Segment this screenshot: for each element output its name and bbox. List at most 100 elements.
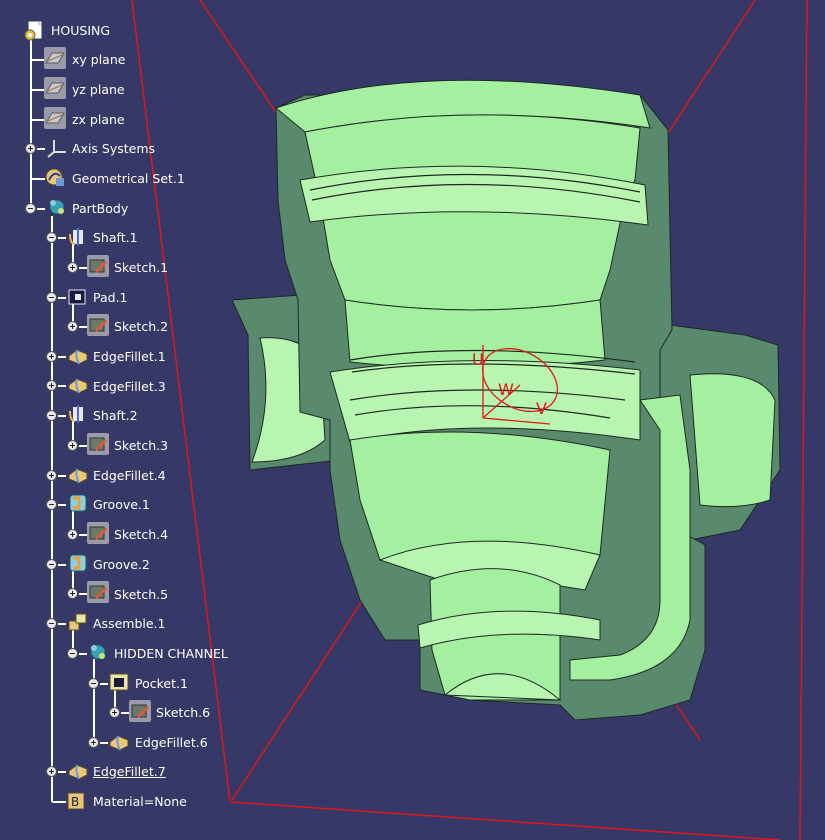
compass-v-label: V	[536, 399, 547, 418]
tree-line	[30, 40, 32, 210]
sketch-icon	[87, 581, 109, 603]
shaft-icon	[67, 226, 89, 248]
tree-line	[79, 653, 87, 655]
tree-line	[58, 415, 66, 417]
tree-line	[58, 356, 66, 358]
tree-item-label[interactable]: Pad.1	[93, 290, 128, 305]
tree-item-label[interactable]: Groove.1	[93, 497, 150, 512]
tree-item-label[interactable]: Shaft.2	[93, 408, 138, 423]
tree-line	[31, 119, 45, 121]
material-icon: B	[66, 789, 88, 811]
tree-item-label[interactable]: Pocket.1	[135, 676, 188, 691]
expand-toggle[interactable]	[88, 737, 99, 748]
housing-part[interactable]	[231, 79, 781, 721]
tree-item-label[interactable]: zx plane	[72, 112, 125, 127]
pocket-icon	[108, 671, 130, 693]
compass-w-label: W	[498, 380, 514, 399]
specification-tree: HOUSING xy plane yz plane zx plane Axis …	[0, 0, 260, 840]
tree-item-label[interactable]: EdgeFillet.6	[135, 735, 208, 750]
body-icon	[46, 196, 68, 218]
collapse-toggle[interactable]	[46, 559, 57, 570]
part-document-icon[interactable]	[22, 20, 46, 42]
shaft-icon	[67, 403, 89, 425]
collapse-toggle[interactable]	[46, 232, 57, 243]
sketch-icon	[87, 433, 109, 455]
plane-icon	[44, 47, 66, 69]
tree-line	[58, 297, 66, 299]
edge-fillet-icon	[108, 730, 130, 752]
tree-line	[31, 178, 45, 180]
sketch-icon	[129, 700, 151, 722]
tree-item-label[interactable]: Material=None	[93, 794, 187, 809]
expand-toggle[interactable]	[67, 588, 78, 599]
tree-line	[58, 504, 66, 506]
tree-line	[79, 534, 87, 536]
expand-toggle[interactable]	[46, 766, 57, 777]
tree-line	[58, 475, 66, 477]
tree-line	[58, 771, 66, 773]
tree-item-label[interactable]: HIDDEN CHANNEL	[114, 646, 228, 661]
expand-toggle[interactable]	[67, 440, 78, 451]
sketch-icon	[87, 522, 109, 544]
collapse-toggle[interactable]	[25, 203, 36, 214]
tree-item-label[interactable]: Sketch.6	[156, 705, 210, 720]
tree-item-label[interactable]: yz plane	[72, 82, 125, 97]
expand-toggle[interactable]	[46, 470, 57, 481]
tree-item-label[interactable]: EdgeFillet.3	[93, 379, 166, 394]
body-icon	[87, 641, 109, 663]
tree-line	[58, 623, 66, 625]
tree-item-label[interactable]: Sketch.4	[114, 527, 168, 542]
tree-line	[100, 742, 108, 744]
tree-item-label[interactable]: Sketch.3	[114, 438, 168, 453]
edge-fillet-icon	[67, 759, 89, 781]
tree-item-label[interactable]: EdgeFillet.1	[93, 349, 166, 364]
plane-icon	[44, 107, 66, 129]
tree-item-label[interactable]: Axis Systems	[72, 141, 155, 156]
collapse-toggle[interactable]	[46, 499, 57, 510]
expand-toggle[interactable]	[46, 380, 57, 391]
tree-line	[58, 237, 66, 239]
expand-toggle[interactable]	[46, 351, 57, 362]
tree-line	[79, 593, 87, 595]
assemble-icon	[67, 611, 89, 633]
tree-item-label[interactable]: Geometrical Set.1	[72, 171, 185, 186]
tree-line	[58, 564, 66, 566]
groove-icon	[67, 492, 89, 514]
expand-toggle[interactable]	[67, 529, 78, 540]
tree-item-label[interactable]: Sketch.1	[114, 260, 168, 275]
tree-line	[37, 148, 45, 150]
svg-text:B: B	[71, 795, 79, 809]
tree-item-label[interactable]: EdgeFillet.7	[93, 764, 166, 779]
compass-u-label: U	[472, 350, 484, 369]
collapse-toggle[interactable]	[46, 410, 57, 421]
edge-fillet-icon	[67, 463, 89, 485]
tree-line	[79, 267, 87, 269]
geometrical-set-icon	[44, 166, 66, 188]
tree-item-label[interactable]: EdgeFillet.4	[93, 468, 166, 483]
collapse-toggle[interactable]	[67, 648, 78, 659]
tree-item-label[interactable]: Assemble.1	[93, 616, 165, 631]
edge-fillet-icon	[67, 373, 89, 395]
tree-item-label[interactable]: Sketch.2	[114, 319, 168, 334]
tree-line	[79, 326, 87, 328]
sketch-icon	[87, 255, 109, 277]
tree-item-label[interactable]: xy plane	[72, 52, 125, 67]
tree-line	[37, 208, 45, 210]
tree-item-label[interactable]: PartBody	[72, 201, 128, 216]
tree-item-label[interactable]: Shaft.1	[93, 230, 138, 245]
groove-icon	[67, 552, 89, 574]
expand-toggle[interactable]	[67, 262, 78, 273]
collapse-toggle[interactable]	[46, 618, 57, 629]
collapse-toggle[interactable]	[88, 678, 99, 689]
tree-item-label[interactable]: Sketch.5	[114, 587, 168, 602]
expand-toggle[interactable]	[109, 707, 120, 718]
expand-toggle[interactable]	[25, 143, 36, 154]
collapse-toggle[interactable]	[46, 292, 57, 303]
expand-toggle[interactable]	[67, 321, 78, 332]
tree-item-label[interactable]: Groove.2	[93, 557, 150, 572]
plane-icon	[44, 77, 66, 99]
tree-line	[121, 712, 129, 714]
tree-line	[31, 59, 45, 61]
tree-root-label[interactable]: HOUSING	[51, 23, 110, 38]
edge-fillet-icon	[67, 344, 89, 366]
